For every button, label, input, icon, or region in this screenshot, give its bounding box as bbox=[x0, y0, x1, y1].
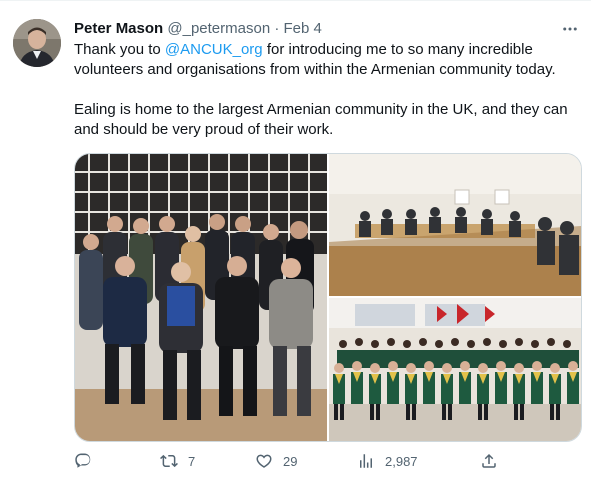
media-grid bbox=[74, 153, 582, 442]
views-button[interactable]: 2,987 bbox=[357, 449, 418, 473]
tweet-date[interactable]: Feb 4 bbox=[284, 20, 322, 37]
avatar-image bbox=[13, 19, 61, 67]
group-photo[interactable] bbox=[75, 154, 327, 441]
media-divider-vertical bbox=[327, 154, 329, 441]
media-divider-horizontal bbox=[329, 296, 581, 298]
reply-button[interactable] bbox=[74, 449, 102, 473]
like-count: 29 bbox=[283, 453, 298, 469]
retweet-icon bbox=[160, 454, 178, 468]
scouts-group-photo[interactable] bbox=[329, 298, 581, 441]
more-icon bbox=[563, 27, 577, 31]
retweet-button[interactable]: 7 bbox=[160, 449, 195, 473]
tweet-header: Peter Mason @_petermason · Feb 4 bbox=[74, 19, 322, 39]
heart-icon bbox=[256, 454, 272, 468]
views-chart-icon bbox=[360, 454, 372, 468]
author-handle[interactable]: @_petermason bbox=[167, 20, 270, 37]
header-separator: · bbox=[274, 20, 280, 37]
author-name[interactable]: Peter Mason bbox=[74, 20, 163, 37]
avatar[interactable] bbox=[13, 19, 61, 67]
reply-icon bbox=[75, 453, 91, 468]
retweet-count: 7 bbox=[188, 453, 196, 469]
text-before-mention: Thank you to bbox=[74, 41, 165, 58]
top-divider bbox=[0, 0, 591, 1]
like-button[interactable]: 29 bbox=[255, 449, 297, 473]
tweet-text: Thank you to @ANCUK_org for introducing … bbox=[74, 40, 586, 140]
mention-link[interactable]: @ANCUK_org bbox=[165, 41, 263, 58]
more-options-button[interactable] bbox=[558, 18, 582, 40]
view-count: 2,987 bbox=[385, 453, 418, 469]
tweet-paragraph-2: Ealing is home to the largest Armenian c… bbox=[74, 101, 568, 138]
action-bar: 7 29 2,987 bbox=[74, 449, 504, 473]
meeting-room-photo[interactable] bbox=[329, 154, 581, 296]
share-icon bbox=[482, 453, 496, 468]
tweet-paragraph-1: Thank you to @ANCUK_org for introducing … bbox=[74, 40, 586, 80]
share-button[interactable] bbox=[480, 449, 498, 473]
